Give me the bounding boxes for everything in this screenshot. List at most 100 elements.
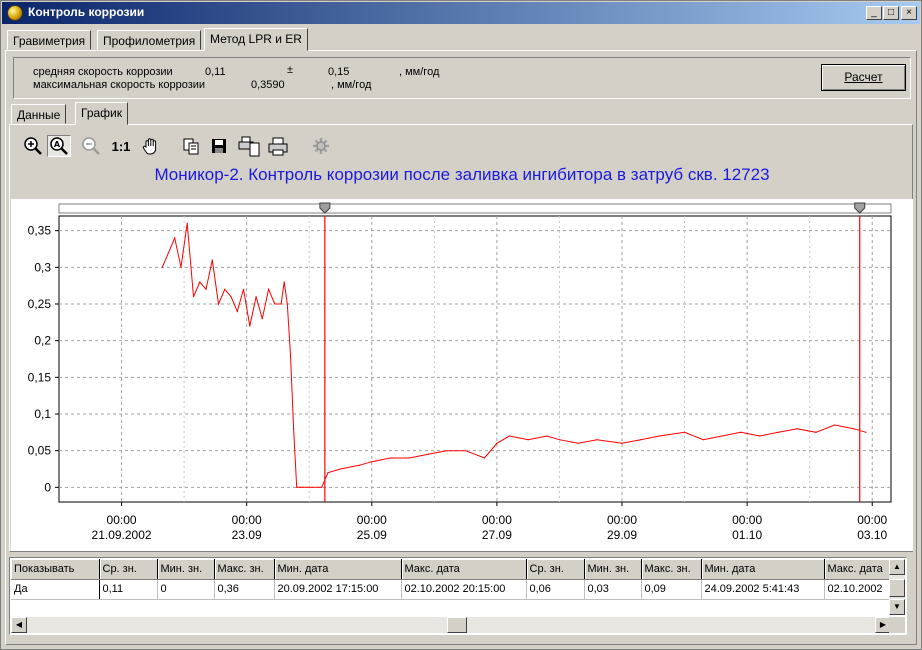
close-button[interactable]: ×	[901, 6, 917, 20]
pan-hand-icon[interactable]	[139, 135, 163, 157]
calculate-button[interactable]: Расчет	[821, 64, 906, 91]
data-point	[296, 486, 298, 488]
avg-rate-value: 0,11	[205, 66, 226, 78]
tab-lpr-er[interactable]: Метод LPR и ER	[204, 28, 308, 51]
zoom-in-icon[interactable]	[21, 135, 45, 157]
data-point	[230, 296, 232, 298]
data-point	[242, 288, 245, 290]
data-point	[192, 296, 195, 298]
tab-chart[interactable]: График	[75, 102, 128, 125]
zoom-out-icon[interactable]	[79, 135, 103, 157]
column-header[interactable]: Ср. зн.	[526, 559, 585, 580]
table-cell[interactable]: 02.10.2002	[824, 579, 891, 600]
column-header[interactable]: Мин. дата	[701, 559, 825, 580]
data-point	[224, 288, 226, 290]
copy-icon[interactable]	[179, 135, 203, 157]
window-title: Контроль коррозии	[28, 5, 145, 19]
data-point	[339, 468, 342, 470]
data-point	[558, 439, 561, 441]
x-tick-time-label: 00:00	[107, 513, 137, 527]
data-point	[249, 325, 251, 327]
zoom-area-icon[interactable]: A	[47, 135, 71, 157]
data-point	[261, 318, 263, 320]
column-header[interactable]: Макс. дата	[824, 559, 891, 580]
data-point	[527, 439, 529, 441]
svg-text:A: A	[54, 140, 61, 149]
settings-icon[interactable]	[309, 135, 333, 157]
y-tick-label: 0,35	[28, 224, 52, 238]
scroll-left-icon[interactable]: ◀	[11, 617, 27, 633]
plus-minus-sign: ±	[287, 64, 294, 76]
data-point	[161, 266, 163, 268]
table-cell[interactable]: 0,03	[584, 579, 642, 600]
column-header[interactable]: Ср. зн.	[99, 559, 158, 580]
table-cell[interactable]: 0,36	[214, 579, 275, 600]
vertical-scrollbar[interactable]: ▲ ▼	[889, 559, 905, 615]
x-tick-date-label: 25.09	[357, 528, 387, 542]
minimize-button[interactable]: _	[866, 6, 882, 20]
column-header[interactable]: Макс. зн.	[641, 559, 702, 580]
x-tick-time-label: 00:00	[232, 513, 262, 527]
y-tick-label: 0,2	[34, 334, 51, 348]
column-header[interactable]: Мин. зн.	[584, 559, 642, 580]
data-point	[174, 237, 176, 239]
tab-gravimetry[interactable]: Гравиметрия	[7, 30, 92, 50]
corrosion-chart[interactable]: 0,350,30,250,20,150,10,050 00:0021.09.20…	[11, 199, 913, 551]
column-header[interactable]: Мин. дата	[274, 559, 402, 580]
horizontal-scrollbar[interactable]: ◀ ▶	[11, 617, 891, 633]
main-window: Контроль коррозии _ □ × Гравиметрия Проф…	[0, 0, 922, 650]
data-point	[483, 457, 485, 459]
table-cell[interactable]: Да	[11, 579, 100, 600]
table-row[interactable]: Да 0,11 0 0,36 20.09.2002 17:15:00 02.10.2002…	[11, 579, 891, 600]
data-point	[289, 354, 292, 356]
table-cell[interactable]: 0,06	[526, 579, 585, 600]
deviation-value: 0,15	[328, 66, 350, 78]
column-header[interactable]: Макс. зн.	[214, 559, 275, 580]
data-point	[267, 288, 270, 290]
data-point	[321, 486, 323, 488]
data-point	[740, 431, 742, 433]
data-point	[180, 266, 182, 268]
horizontal-scroll-thumb[interactable]	[447, 617, 467, 633]
column-header[interactable]: Показывать	[11, 559, 100, 580]
data-point	[577, 442, 579, 444]
table-cell[interactable]: 0	[157, 579, 215, 600]
x-tick-date-label: 03.10	[857, 528, 887, 542]
y-tick-label: 0,15	[28, 370, 52, 384]
data-point	[299, 486, 301, 488]
vertical-scroll-thumb[interactable]	[889, 579, 905, 597]
save-icon[interactable]	[207, 135, 231, 157]
plot-area	[58, 215, 892, 503]
scroll-up-icon[interactable]: ▲	[889, 559, 905, 575]
column-header[interactable]: Макс. дата	[401, 559, 527, 580]
tab-profilometry[interactable]: Профилометрия	[97, 30, 202, 50]
table-cell[interactable]: 20.09.2002 17:15:00	[274, 579, 402, 600]
data-point	[777, 431, 779, 433]
x-tick-time-label: 00:00	[607, 513, 637, 527]
data-point	[389, 457, 392, 459]
table-cell[interactable]: 0,09	[641, 579, 702, 600]
data-point	[255, 296, 257, 298]
stats-grid[interactable]: Показывать Ср. зн. Мин. зн. Макс. зн. Мин. д…	[9, 557, 907, 635]
data-point	[683, 431, 686, 433]
scroll-down-icon[interactable]: ▼	[889, 599, 905, 615]
data-point	[167, 252, 170, 254]
column-header[interactable]: Мин. зн.	[157, 559, 215, 580]
print-icon[interactable]	[267, 135, 291, 157]
table-cell[interactable]: 24.09.2002 5:41:43	[701, 579, 825, 600]
table-cell[interactable]: 02.10.2002 20:15:00	[401, 579, 527, 600]
tab-data[interactable]: Данные	[11, 104, 67, 124]
x-tick-date-label: 23.09	[232, 528, 262, 542]
title-bar[interactable]: Контроль коррозии _ □ ×	[2, 2, 920, 24]
max-unit: , мм/год	[331, 79, 372, 91]
data-point	[302, 486, 304, 488]
x-tick-time-label: 00:00	[482, 513, 512, 527]
data-point	[308, 486, 310, 488]
data-point	[408, 457, 410, 459]
data-point	[493, 446, 495, 448]
print-preview-icon[interactable]	[237, 135, 261, 157]
zoom-reset-icon[interactable]: 1:1	[109, 135, 133, 157]
data-point	[199, 281, 201, 283]
table-cell[interactable]: 0,11	[99, 579, 158, 600]
maximize-button[interactable]: □	[883, 6, 899, 20]
